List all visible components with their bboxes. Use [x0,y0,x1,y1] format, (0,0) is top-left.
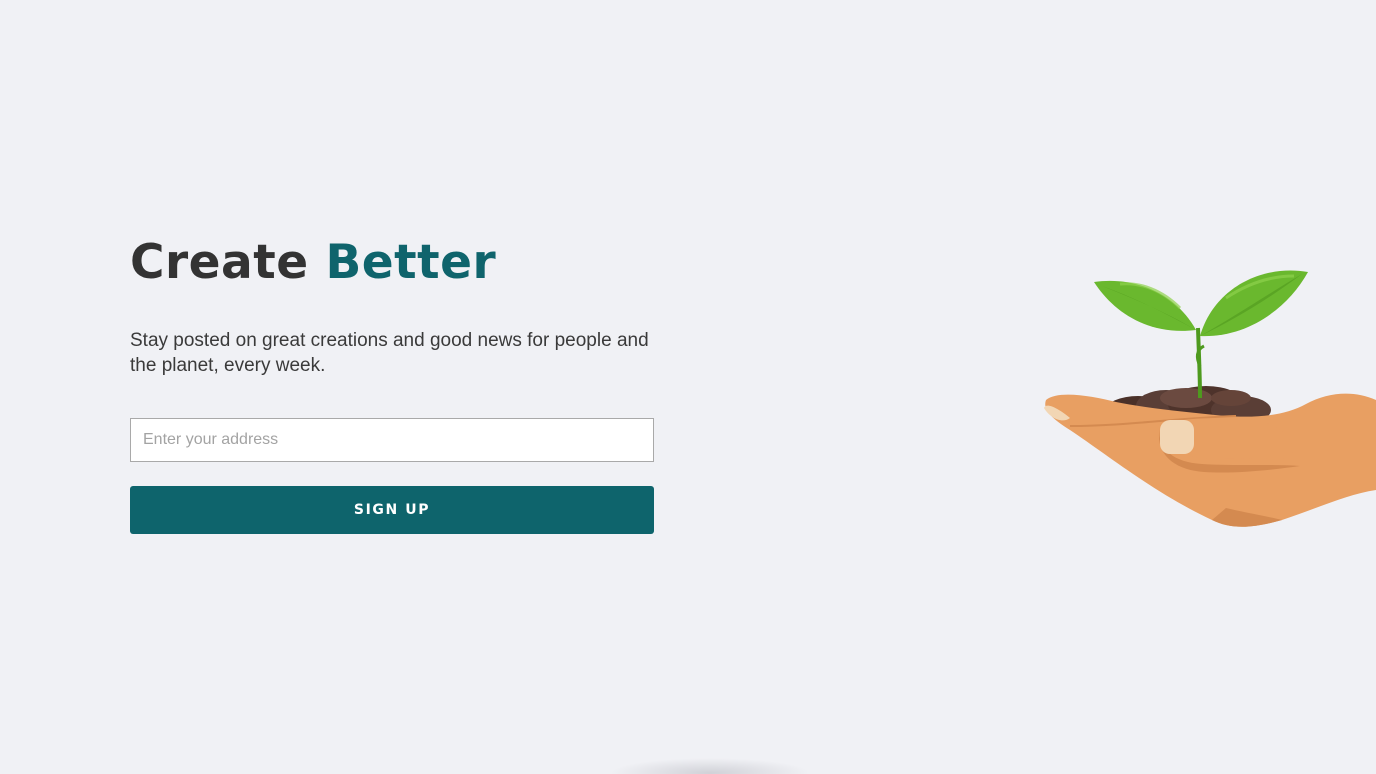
left-leaf [1094,280,1196,331]
newsletter-page: Create Better Stay posted on great creat… [0,0,1376,774]
signup-panel: Create Better Stay posted on great creat… [130,236,654,534]
hand-holding-sprout-icon [1044,270,1376,527]
page-title: Create Better [130,236,654,290]
title-create: Create [130,235,309,290]
email-field[interactable] [130,418,654,462]
signup-button[interactable]: SIGN UP [130,486,654,534]
subtitle: Stay posted on great creations and good … [130,330,649,376]
bottom-shadow [610,758,810,774]
title-better: Better [325,235,497,290]
right-leaf [1200,270,1308,337]
thumbnail [1160,420,1194,454]
